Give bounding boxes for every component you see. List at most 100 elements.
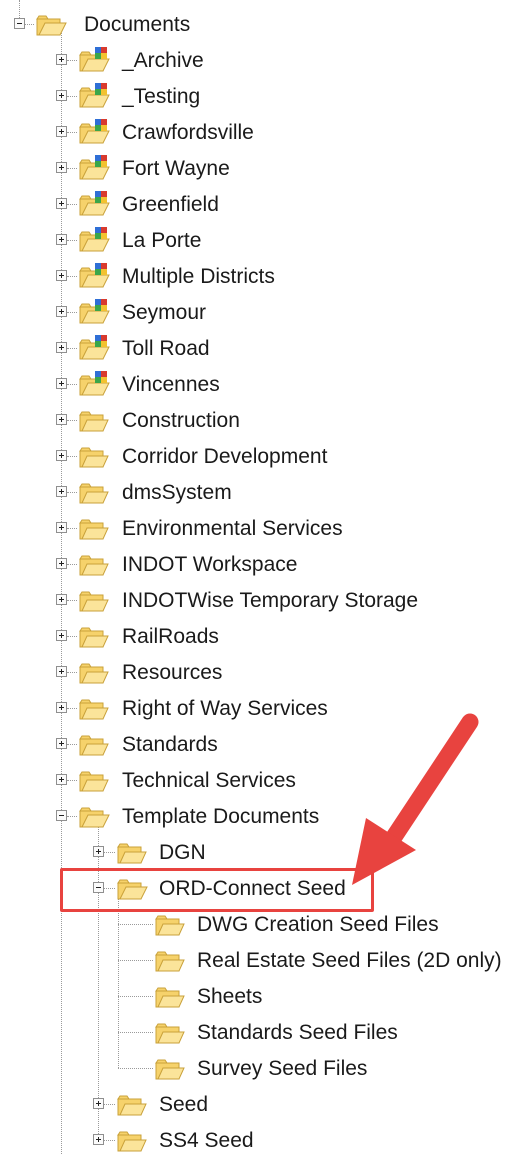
tree-node-label: Right of Way Services (122, 697, 328, 720)
tree-node-documents[interactable]: Documents (0, 7, 521, 43)
expand-toggle-icon[interactable] (56, 54, 67, 65)
tree-node-indot-workspace[interactable]: INDOT Workspace (0, 547, 521, 583)
tree-node-seymour[interactable]: Seymour (0, 295, 521, 331)
colored-folder-icon (77, 226, 111, 256)
tree-node-survey-seed-files[interactable]: Survey Seed Files (0, 1051, 521, 1087)
tree-node-vincennes[interactable]: Vincennes (0, 367, 521, 403)
tree-node-seed[interactable]: Seed (0, 1087, 521, 1123)
tree-connector-line (67, 708, 77, 709)
tree-node-real-estate-seed-files-2d-only[interactable]: Real Estate Seed Files (2D only) (0, 943, 521, 979)
tree-node-label: La Porte (122, 229, 202, 252)
colored-folder-icon (77, 46, 111, 76)
folder-icon (77, 622, 111, 652)
tree-connector-line (67, 564, 77, 565)
tree-node-resources[interactable]: Resources (0, 655, 521, 691)
tree-connector-line (118, 1068, 153, 1069)
collapse-toggle-icon[interactable] (14, 18, 25, 29)
folder-icon (77, 550, 111, 580)
tree-node-archive[interactable]: _Archive (0, 43, 521, 79)
expand-toggle-icon[interactable] (56, 666, 67, 677)
callout-arrow-icon (352, 713, 479, 885)
tree-node-label: Real Estate Seed Files (2D only) (197, 949, 502, 972)
tree-node-sheets[interactable]: Sheets (0, 979, 521, 1015)
colored-folder-icon (77, 262, 111, 292)
folder-icon (77, 658, 111, 688)
tree-node-toll-road[interactable]: Toll Road (0, 331, 521, 367)
expand-toggle-icon[interactable] (56, 738, 67, 749)
colored-folder-icon (77, 190, 111, 220)
tree-node-railroads[interactable]: RailRoads (0, 619, 521, 655)
tree-node-multiple-districts[interactable]: Multiple Districts (0, 259, 521, 295)
expand-toggle-icon[interactable] (56, 558, 67, 569)
expand-toggle-icon[interactable] (56, 378, 67, 389)
tree-connector-line (67, 456, 77, 457)
expand-toggle-icon[interactable] (56, 594, 67, 605)
tree-connector-line (67, 492, 77, 493)
tree-node-fort-wayne[interactable]: Fort Wayne (0, 151, 521, 187)
expand-toggle-icon[interactable] (56, 162, 67, 173)
colored-folder-icon (77, 82, 111, 112)
folder-icon (77, 478, 111, 508)
collapse-toggle-icon[interactable] (56, 810, 67, 821)
expand-toggle-icon[interactable] (56, 414, 67, 425)
colored-folder-icon (77, 298, 111, 328)
expand-toggle-icon[interactable] (56, 630, 67, 641)
tree-node-la-porte[interactable]: La Porte (0, 223, 521, 259)
tree-node-label: Standards Seed Files (197, 1021, 398, 1044)
folder-icon (77, 766, 111, 796)
tree-node-label: Toll Road (122, 337, 210, 360)
tree-connector-line (67, 132, 77, 133)
tree-node-label: Seed (159, 1093, 209, 1116)
tree-node-testing[interactable]: _Testing (0, 79, 521, 115)
tree-connector-line (67, 744, 77, 745)
folder-icon (77, 694, 111, 724)
expand-toggle-icon[interactable] (56, 306, 67, 317)
tree-node-label: INDOTWise Temporary Storage (122, 589, 419, 612)
tree-node-dmssystem[interactable]: dmsSystem (0, 475, 521, 511)
tree-node-label: Vincennes (122, 373, 220, 396)
expand-toggle-icon[interactable] (56, 486, 67, 497)
tree-connector-line (67, 384, 77, 385)
folder-open-icon (77, 802, 111, 832)
expand-toggle-icon[interactable] (56, 342, 67, 353)
folder-icon (115, 1090, 149, 1120)
expand-toggle-icon[interactable] (56, 126, 67, 137)
tree-node-construction[interactable]: Construction (0, 403, 521, 439)
expand-toggle-icon[interactable] (56, 522, 67, 533)
tree-node-label: Resources (122, 661, 223, 684)
folder-icon (115, 838, 149, 868)
tree-node-crawfordsville[interactable]: Crawfordsville (0, 115, 521, 151)
tree-node-environmental-services[interactable]: Environmental Services (0, 511, 521, 547)
tree-connector-line (67, 240, 77, 241)
folder-icon (77, 442, 111, 472)
tree-node-label: Crawfordsville (122, 121, 254, 144)
expand-toggle-icon[interactable] (56, 702, 67, 713)
tree-node-standards-seed-files[interactable]: Standards Seed Files (0, 1015, 521, 1051)
expand-toggle-icon[interactable] (56, 774, 67, 785)
tree-connector-line (104, 1104, 115, 1105)
tree-connector-line (67, 60, 77, 61)
tree-connector-line (104, 1140, 115, 1141)
tree-node-indotwise-temporary-storage[interactable]: INDOTWise Temporary Storage (0, 583, 521, 619)
expand-toggle-icon[interactable] (56, 234, 67, 245)
tree-node-label: Standards (122, 733, 218, 756)
tree-node-greenfield[interactable]: Greenfield (0, 187, 521, 223)
tree-node-corridor-development[interactable]: Corridor Development (0, 439, 521, 475)
colored-folder-icon (77, 154, 111, 184)
expand-toggle-icon[interactable] (93, 1134, 104, 1145)
tree-node-label: _Testing (122, 85, 201, 108)
expand-toggle-icon[interactable] (56, 198, 67, 209)
expand-toggle-icon[interactable] (56, 270, 67, 281)
tree-node-dwg-creation-seed-files[interactable]: DWG Creation Seed Files (0, 907, 521, 943)
folder-icon (153, 1018, 187, 1048)
tree-node-label: DWG Creation Seed Files (197, 913, 439, 936)
expand-toggle-icon[interactable] (93, 1098, 104, 1109)
expand-toggle-icon[interactable] (93, 846, 104, 857)
expand-toggle-icon[interactable] (56, 450, 67, 461)
colored-folder-icon (77, 334, 111, 364)
tree-connector-line (67, 168, 77, 169)
expand-toggle-icon[interactable] (56, 90, 67, 101)
tree-connector-line (67, 672, 77, 673)
tree-node-label: SS4 Seed (159, 1129, 254, 1152)
colored-folder-icon (77, 118, 111, 148)
